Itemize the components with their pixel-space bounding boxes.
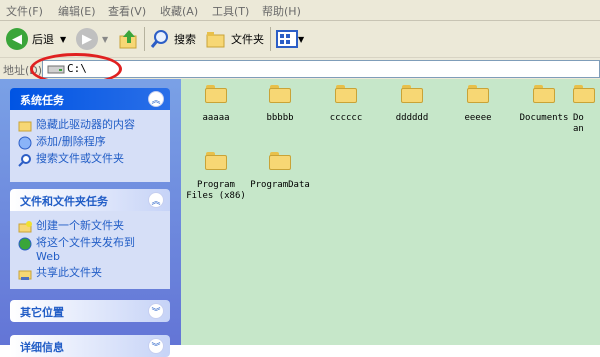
folder-icon [401, 85, 423, 103]
other-places-title: 其它位置 [20, 306, 64, 319]
globe-icon [18, 237, 32, 251]
collapse-icon[interactable]: ︽ [148, 91, 164, 107]
folders-icon [206, 32, 225, 48]
back-arrow-icon: ◀ [6, 28, 28, 50]
system-tasks-title: 系统任务 [20, 94, 64, 107]
toolbar-separator [144, 27, 145, 51]
menu-file[interactable]: 文件(F) [6, 3, 43, 19]
menu-view[interactable]: 查看(V) [108, 3, 146, 19]
folder-label: aaaaa [202, 113, 230, 123]
task-new-folder[interactable]: 创建一个新文件夹 [18, 219, 162, 234]
folder-icon [269, 152, 291, 170]
folder-label: Documents [519, 113, 569, 123]
menu-tools[interactable]: 工具(T) [212, 3, 249, 19]
hide-contents-icon [18, 121, 32, 132]
folder-icon [533, 85, 555, 103]
task-label: 共享此文件夹 [36, 266, 102, 279]
views-icon [276, 30, 298, 48]
folder-label: bbbbb [266, 113, 294, 123]
task-add-remove-programs[interactable]: 添加/删除程序 [18, 135, 162, 150]
folder-icon [335, 85, 357, 103]
other-places-panel: 其它位置 ︾ [10, 300, 170, 322]
menu-edit[interactable]: 编辑(E) [58, 3, 96, 19]
toolbar-separator [270, 27, 271, 51]
details-title: 详细信息 [20, 341, 64, 354]
add-remove-programs-icon [18, 136, 32, 150]
folder-item[interactable]: Program Files (x86) [181, 152, 251, 202]
address-input[interactable]: C:\ [42, 60, 600, 78]
up-folder-button[interactable] [118, 25, 140, 53]
up-folder-icon [119, 30, 137, 49]
details-header[interactable]: 详细信息 ︾ [10, 335, 170, 357]
expand-icon[interactable]: ︾ [148, 303, 164, 319]
back-label: 后退 [32, 33, 54, 46]
folder-label: dddddd [395, 113, 429, 123]
task-pane: 系统任务 ︽ 隐藏此驱动器的内容 添加/删除程序 搜索文件或文件夹 文件和文件夹… [0, 79, 181, 357]
search-icon [150, 30, 168, 48]
menu-bar: 文件(F) 编辑(E) 查看(V) 收藏(A) 工具(T) 帮助(H) [0, 0, 600, 21]
menu-favorites[interactable]: 收藏(A) [160, 3, 198, 19]
folder-label: cccccc [329, 113, 363, 123]
task-hide-drive-contents[interactable]: 隐藏此驱动器的内容 [18, 118, 162, 133]
toolbar: ◀ 后退 ▼ ▶ ▼ 搜索 文件夹 ▼ [0, 21, 600, 57]
forward-arrow-icon: ▶ [76, 28, 98, 50]
file-tasks-body: 创建一个新文件夹 将这个文件夹发布到Web 共享此文件夹 [10, 211, 170, 289]
file-tasks-panel: 文件和文件夹任务 ︽ 创建一个新文件夹 将这个文件夹发布到Web 共享此文件夹 [10, 189, 170, 289]
folder-icon [205, 85, 227, 103]
collapse-icon[interactable]: ︽ [148, 192, 164, 208]
file-tasks-header[interactable]: 文件和文件夹任务 ︽ [10, 189, 170, 211]
system-tasks-panel: 系统任务 ︽ 隐藏此驱动器的内容 添加/删除程序 搜索文件或文件夹 [10, 88, 170, 182]
search-label: 搜索 [174, 33, 196, 46]
other-places-header[interactable]: 其它位置 ︾ [10, 300, 170, 322]
new-folder-icon [18, 221, 32, 233]
folder-item[interactable]: aaaaa [181, 85, 251, 124]
views-button[interactable]: ▼ [276, 25, 304, 53]
file-list: aaaaa bbbbb cccccc dddddd eeeee Document… [181, 79, 600, 345]
search-icon [18, 154, 31, 167]
details-panel: 详细信息 ︾ [10, 335, 170, 357]
folder-label: eeeee [464, 113, 492, 123]
task-label: 将这个文件夹发布到Web [36, 236, 135, 263]
menu-help[interactable]: 帮助(H) [262, 3, 301, 19]
folder-item[interactable]: dddddd [377, 85, 447, 124]
folder-label: ProgramData [250, 180, 310, 190]
folder-label: Do an [573, 113, 584, 134]
back-dropdown-icon[interactable]: ▼ [60, 35, 66, 44]
folder-item[interactable]: eeeee [443, 85, 513, 124]
folder-icon [467, 85, 489, 103]
search-button[interactable]: 搜索 [150, 25, 196, 53]
folders-label: 文件夹 [231, 33, 264, 46]
folder-icon [205, 152, 227, 170]
system-tasks-body: 隐藏此驱动器的内容 添加/删除程序 搜索文件或文件夹 [10, 110, 170, 182]
forward-dropdown-icon[interactable]: ▼ [102, 35, 108, 44]
task-share-folder[interactable]: 共享此文件夹 [18, 266, 162, 281]
task-search-files[interactable]: 搜索文件或文件夹 [18, 152, 162, 167]
forward-button[interactable]: ▶ ▼ [76, 25, 108, 53]
task-label: 隐藏此驱动器的内容 [36, 118, 135, 131]
share-folder-icon [18, 270, 32, 280]
back-button[interactable]: ◀ 后退 ▼ [6, 25, 66, 53]
folder-item[interactable]: ProgramData [245, 152, 315, 191]
folder-icon [269, 85, 291, 103]
task-label: 创建一个新文件夹 [36, 219, 124, 232]
folder-item[interactable]: bbbbb [245, 85, 315, 124]
task-publish-web[interactable]: 将这个文件夹发布到Web [18, 236, 162, 264]
task-label: 添加/删除程序 [36, 135, 106, 148]
folder-item[interactable]: Documents [509, 85, 579, 124]
folder-item[interactable]: cccccc [311, 85, 381, 124]
expand-icon[interactable]: ︾ [148, 338, 164, 354]
folder-icon [573, 85, 595, 103]
folders-button[interactable]: 文件夹 [205, 25, 264, 53]
system-tasks-header[interactable]: 系统任务 ︽ [10, 88, 170, 110]
file-tasks-title: 文件和文件夹任务 [20, 195, 108, 208]
task-label: 搜索文件或文件夹 [36, 152, 124, 165]
folder-item[interactable]: Do an [573, 85, 600, 135]
folder-label: Program Files (x86) [186, 180, 246, 201]
views-dropdown-icon[interactable]: ▼ [298, 35, 304, 44]
